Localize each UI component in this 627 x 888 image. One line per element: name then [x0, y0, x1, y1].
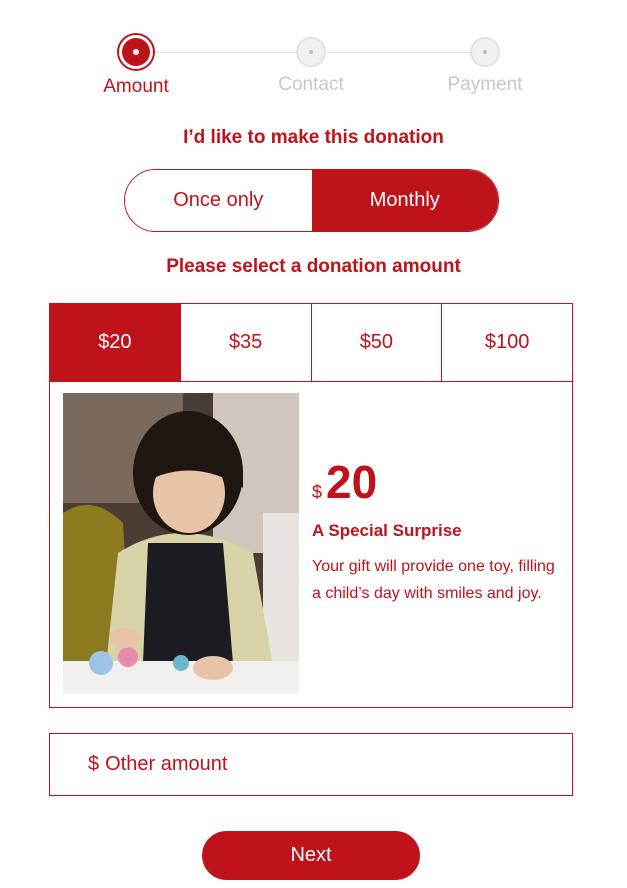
- step-contact[interactable]: Contact: [241, 35, 381, 96]
- step-amount-label: Amount: [103, 76, 169, 97]
- frequency-heading: I’d like to make this donation: [183, 127, 444, 148]
- monthly-option[interactable]: Monthly: [311, 170, 498, 231]
- step-amount[interactable]: Amount: [66, 35, 206, 98]
- amount-options: $20 $35 $50 $100: [49, 303, 573, 382]
- amount-value: 20: [326, 456, 378, 508]
- step-contact-label: Contact: [278, 74, 344, 95]
- step-payment-indicator: [470, 37, 500, 67]
- frequency-toggle: Once only Monthly: [124, 169, 499, 232]
- step-amount-indicator: [119, 35, 153, 69]
- amount-option-100[interactable]: $100: [442, 304, 572, 381]
- progress-stepper: Amount Contact Payment: [0, 35, 627, 105]
- currency-symbol: $: [312, 482, 323, 502]
- amount-heading: Please select a donation amount: [166, 256, 461, 277]
- step-contact-indicator: [296, 37, 326, 67]
- amount-option-50[interactable]: $50: [312, 304, 443, 381]
- child-photo: [63, 393, 299, 694]
- amount-option-20[interactable]: $20: [50, 304, 181, 381]
- impact-details: $ 20 A Special Surprise Your gift will p…: [312, 455, 562, 607]
- other-amount-currency: $: [88, 753, 100, 775]
- step-payment-label: Payment: [447, 74, 523, 95]
- selected-amount-display: $ 20: [312, 455, 562, 509]
- gift-title: A Special Surprise: [312, 521, 462, 540]
- gift-description: Your gift will provide one toy, filling …: [312, 558, 555, 602]
- impact-card: $ 20 A Special Surprise Your gift will p…: [49, 381, 573, 708]
- other-amount-placeholder: Other amount: [105, 753, 228, 775]
- step-payment[interactable]: Payment: [415, 35, 555, 96]
- next-button[interactable]: Next: [202, 831, 420, 880]
- once-only-option[interactable]: Once only: [125, 170, 312, 231]
- amount-option-35[interactable]: $35: [181, 304, 312, 381]
- other-amount-field[interactable]: $ Other amount: [49, 733, 573, 796]
